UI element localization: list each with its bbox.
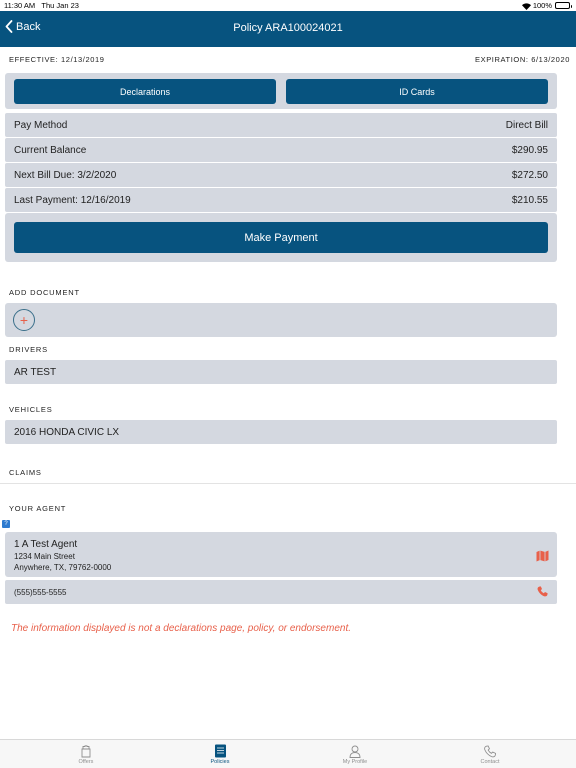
billing-value: $290.95 — [511, 145, 548, 156]
tab-offers[interactable]: Offers — [56, 743, 116, 765]
section-vehicles: VEHICLES — [9, 405, 53, 414]
battery-icon — [555, 2, 572, 9]
driver-name: AR TEST — [14, 367, 57, 378]
vehicle-name: 2016 HONDA CIVIC LX — [14, 427, 120, 438]
agent-phone-row[interactable]: (555)555-5555 — [5, 580, 557, 604]
billing-row-next-bill: Next Bill Due: 3/2/2020 $272.50 — [5, 163, 557, 187]
billing-row-current-balance: Current Balance $290.95 — [5, 138, 557, 162]
billing-label: Current Balance — [14, 145, 87, 156]
status-bar: 11:30 AM Thu Jan 23 100% — [0, 0, 576, 11]
billing-label: Last Payment: 12/16/2019 — [14, 195, 131, 206]
id-cards-button[interactable]: ID Cards — [286, 79, 548, 104]
plus-icon: + — [19, 312, 29, 328]
divider — [0, 483, 576, 484]
tab-policies[interactable]: Policies — [190, 743, 250, 765]
agent-address-line2: Anywhere, TX, 79762-0000 — [14, 563, 112, 572]
tab-bar: Offers Policies My Profile Contact — [0, 739, 576, 768]
section-drivers: DRIVERS — [9, 345, 48, 354]
billing-label: Pay Method — [14, 120, 68, 131]
page-title: Policy ARA100024021 — [233, 22, 343, 34]
billing-label: Next Bill Due: 3/2/2020 — [14, 170, 117, 181]
status-time: 11:30 AM Thu Jan 23 — [4, 1, 79, 10]
section-claims: CLAIMS — [9, 468, 42, 477]
add-document-button[interactable]: + — [13, 309, 35, 331]
profile-icon — [325, 743, 385, 759]
offers-icon — [56, 743, 116, 759]
vehicle-item[interactable]: 2016 HONDA CIVIC LX — [5, 420, 557, 444]
phone-outline-icon — [460, 743, 520, 759]
navigation-bar: Back Policy ARA100024021 — [0, 11, 576, 47]
driver-item[interactable]: AR TEST — [5, 360, 557, 384]
tab-my-profile[interactable]: My Profile — [325, 743, 385, 765]
wifi-icon — [521, 2, 531, 10]
make-payment-card: Make Payment — [5, 213, 557, 262]
section-add-document: ADD DOCUMENT — [9, 288, 80, 297]
map-icon[interactable] — [536, 549, 549, 567]
expiration-date: EXPIRATION: 6/13/2020 — [474, 55, 570, 64]
agent-phone: (555)555-5555 — [14, 588, 67, 597]
phone-icon[interactable] — [537, 586, 548, 600]
document-buttons-card: Declarations ID Cards — [5, 73, 557, 109]
disclaimer-text: The information displayed is not a decla… — [11, 623, 352, 634]
declarations-button[interactable]: Declarations — [14, 79, 276, 104]
billing-value: $210.55 — [511, 195, 548, 206]
help-badge-icon[interactable]: ? — [2, 520, 10, 528]
policies-icon — [190, 743, 250, 759]
billing-value: $272.50 — [511, 170, 548, 181]
add-document-card: + — [5, 303, 557, 337]
effective-date: EFFECTIVE: 12/13/2019 — [9, 55, 105, 64]
agent-card: 1 A Test Agent 1234 Main Street Anywhere… — [5, 532, 557, 577]
agent-name: 1 A Test Agent — [14, 539, 78, 550]
battery-percentage: 100% — [532, 1, 552, 10]
billing-row-pay-method: Pay Method Direct Bill — [5, 113, 557, 137]
policy-dates: EFFECTIVE: 12/13/2019 EXPIRATION: 6/13/2… — [0, 47, 576, 69]
tab-contact[interactable]: Contact — [460, 743, 520, 765]
make-payment-button[interactable]: Make Payment — [14, 222, 548, 253]
agent-address-line1: 1234 Main Street — [14, 552, 75, 561]
billing-value: Direct Bill — [505, 120, 548, 131]
section-your-agent: YOUR AGENT — [9, 504, 67, 513]
billing-row-last-payment: Last Payment: 12/16/2019 $210.55 — [5, 188, 557, 212]
